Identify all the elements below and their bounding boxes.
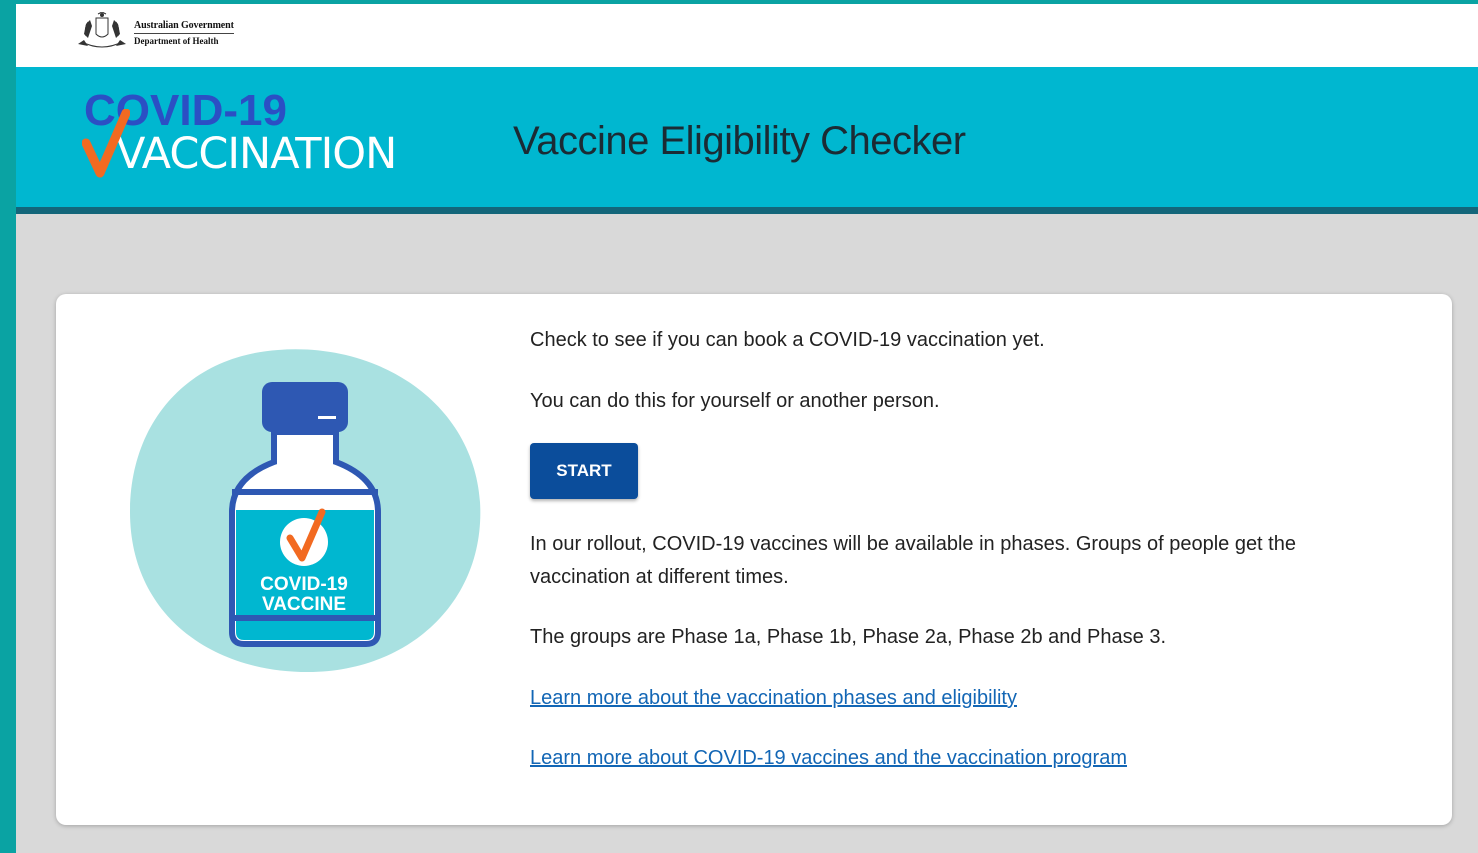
gov-line1: Australian Government bbox=[134, 20, 234, 34]
vaccination-program-link[interactable]: Learn more about COVID-19 vaccines and t… bbox=[530, 747, 1127, 769]
illustration-label-line2: VACCINE bbox=[262, 594, 346, 615]
intro-text-2: You can do this for yourself or another … bbox=[530, 390, 940, 412]
checkmark-icon bbox=[82, 109, 130, 178]
groups-text: The groups are Phase 1a, Phase 1b, Phase… bbox=[530, 626, 1167, 648]
gov-line2: Department of Health bbox=[134, 36, 219, 46]
government-header: Australian Government Department of Heal… bbox=[16, 4, 1478, 67]
banner: COVID-19 VACCINATION Vaccine Eligibility… bbox=[16, 67, 1478, 214]
covid-vaccination-logo: COVID-19 VACCINATION bbox=[82, 89, 412, 184]
page-frame: Australian Government Department of Heal… bbox=[16, 4, 1478, 853]
logo-line2: VACCINATION bbox=[116, 129, 397, 179]
illustration-label-line1: COVID-19 bbox=[260, 574, 348, 595]
vaccine-bottle-icon: COVID-19 VACCINE bbox=[130, 349, 481, 672]
phases-eligibility-link[interactable]: Learn more about the vaccination phases … bbox=[530, 687, 1017, 709]
start-button[interactable]: START bbox=[530, 443, 638, 499]
page-title: Vaccine Eligibility Checker bbox=[513, 119, 966, 163]
rollout-text: In our rollout, COVID-19 vaccines will b… bbox=[530, 533, 1296, 588]
government-wordmark: Australian Government Department of Heal… bbox=[134, 20, 234, 46]
coat-of-arms-icon bbox=[78, 12, 126, 48]
eligibility-card: COVID-19 VACCINE Check to see if you can… bbox=[56, 294, 1452, 825]
intro-text: Check to see if you can book a COVID-19 … bbox=[530, 329, 1045, 351]
